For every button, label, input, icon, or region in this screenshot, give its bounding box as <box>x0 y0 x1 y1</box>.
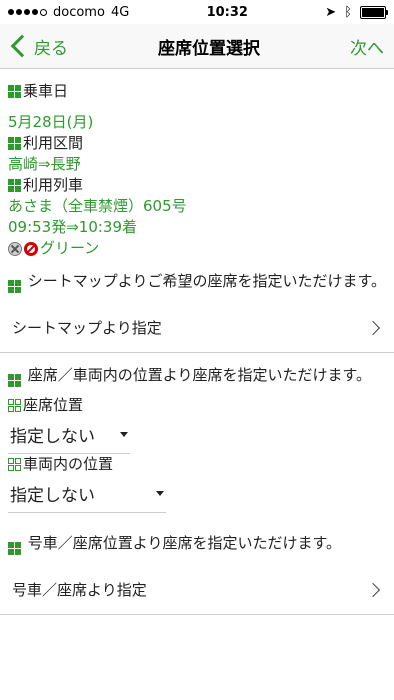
back-button[interactable]: 戻る <box>10 34 68 59</box>
filled-grid-icon <box>8 280 21 293</box>
page-title: 座席位置選択 <box>158 38 260 59</box>
ride-section: 高崎⇒長野 <box>8 155 81 173</box>
car-seat-link[interactable]: 号車／座席より指定 <box>0 565 394 615</box>
car-position-select[interactable]: 指定しない <box>8 475 166 513</box>
train-times: 09:53発⇒10:39着 <box>8 218 138 236</box>
car-seat-instruction: 号車／座席位置より座席を指定いただけます。 <box>8 531 386 555</box>
filled-grid-icon <box>8 374 21 387</box>
navigation-bar: 戻る 座席位置選択 次へ <box>0 24 394 69</box>
prohibited-icon <box>24 241 38 256</box>
main-content: 乗車日 5月28日(月) 利用区間 高崎⇒長野 利用列車 あさま（全車禁煙）60… <box>0 69 394 293</box>
battery-icon <box>360 5 388 19</box>
back-label: 戻る <box>34 38 68 59</box>
signal-icon <box>8 8 47 16</box>
car-position-label: 車両内の位置 <box>23 455 114 473</box>
no-smoking-cross-icon <box>8 241 22 256</box>
next-button[interactable]: 次へ <box>350 34 384 59</box>
seatmap-link[interactable]: シートマップより指定 <box>0 303 394 353</box>
train-name: あさま（全車禁煙）605号 <box>8 197 187 215</box>
position-instruction: 座席／車両内の位置より座席を指定いただけます。 <box>8 363 386 387</box>
seat-position-value: 指定しない <box>10 427 95 447</box>
train-heading: 利用列車 <box>8 175 386 196</box>
status-left: docomo 4G <box>8 5 129 20</box>
seat-position-select[interactable]: 指定しない <box>8 416 130 454</box>
seatmap-text: シートマップよりご希望の座席を指定いただけます。 <box>27 272 386 290</box>
date-heading: 乗車日 <box>8 81 386 102</box>
car-class: グリーン <box>8 238 386 259</box>
clock: 10:32 <box>206 4 248 20</box>
bluetooth-icon: ᛒ <box>344 4 352 20</box>
section-heading: 利用区間 <box>8 133 386 154</box>
chevron-right-icon <box>365 582 381 597</box>
car-position-value: 指定しない <box>10 486 95 506</box>
chevron-right-icon <box>365 320 381 335</box>
network-label: 4G <box>110 4 130 20</box>
seat-position-heading: 座席位置 <box>8 395 386 416</box>
filled-grid-icon <box>8 85 21 98</box>
outline-grid-icon <box>8 399 21 412</box>
filled-grid-icon <box>8 137 21 150</box>
dropdown-arrow-icon <box>156 491 164 496</box>
seatmap-instruction: シートマップよりご希望の座席を指定いただけます。 <box>8 269 386 293</box>
car-seat-text: 号車／座席位置より座席を指定いただけます。 <box>27 534 341 552</box>
status-bar: docomo 4G 10:32 ➤ ᛒ <box>0 0 394 24</box>
filled-grid-icon <box>8 179 21 192</box>
dropdown-arrow-icon <box>120 432 128 437</box>
filled-grid-icon <box>8 542 21 555</box>
car-class-label: グリーン <box>40 239 100 257</box>
car-position-heading: 車両内の位置 <box>8 454 386 475</box>
status-right: ➤ ᛒ <box>325 4 388 20</box>
car-seat-link-label: 号車／座席より指定 <box>12 581 147 599</box>
outline-grid-icon <box>8 458 21 471</box>
train-heading-label: 利用列車 <box>23 176 84 194</box>
carrier-label: docomo <box>53 4 105 20</box>
seatmap-link-label: シートマップより指定 <box>12 319 162 337</box>
position-section: 座席／車両内の位置より座席を指定いただけます。 座席位置 指定しない 車両内の位… <box>0 363 394 555</box>
seat-position-label: 座席位置 <box>23 396 84 414</box>
position-text: 座席／車両内の位置より座席を指定いただけます。 <box>27 366 371 384</box>
chevron-left-icon <box>10 34 34 58</box>
ride-date: 5月28日(月) <box>8 113 94 131</box>
section-heading-label: 利用区間 <box>23 134 84 152</box>
date-heading-label: 乗車日 <box>23 82 69 100</box>
location-icon: ➤ <box>325 4 337 20</box>
